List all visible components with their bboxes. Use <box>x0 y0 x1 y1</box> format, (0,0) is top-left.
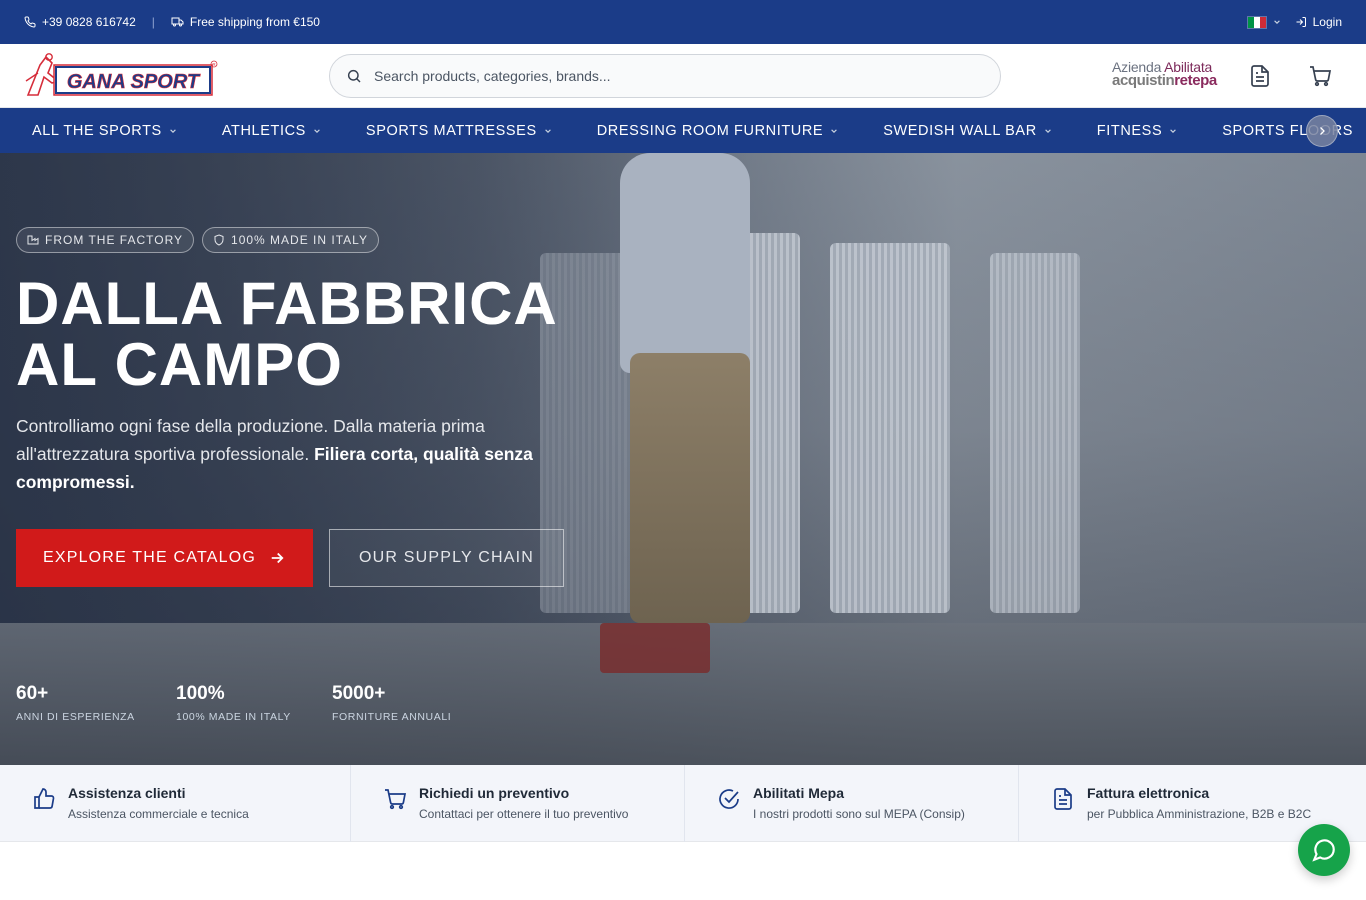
hero-badges: FROM THE FACTORY 100% MADE IN ITALY <box>16 227 379 253</box>
nav-item-label: ALL THE SPORTS <box>32 122 162 139</box>
nav-item-label: DRESSING ROOM FURNITURE <box>596 122 824 139</box>
feature-title: Richiedi un preventivo <box>419 785 570 801</box>
search-bar[interactable] <box>329 54 1001 98</box>
stat-label: FORNITURE ANNUALI <box>332 711 452 723</box>
supply-chain-button[interactable]: OUR SUPPLY CHAIN <box>329 529 564 587</box>
hero-title-line1: DALLA FABBRICA <box>16 270 558 337</box>
arrow-right-icon <box>271 552 284 564</box>
phone-link[interactable]: +39 0828 616742 <box>24 15 136 29</box>
main-nav: ALL THE SPORTS ATHLETICS SPORTS MATTRESSES… <box>0 108 1366 153</box>
nav-list: ALL THE SPORTS ATHLETICS SPORTS MATTRESSES… <box>0 108 1366 153</box>
svg-text:GANA SPORT: GANA SPORT <box>67 71 201 93</box>
login-label: Login <box>1312 15 1342 29</box>
features-strip: Assistenza clienti Assistenza commercial… <box>0 765 1366 842</box>
site-header: GANA SPORT R Azienda Abilitata acquistin… <box>0 44 1366 108</box>
cart-icon[interactable] <box>1308 64 1332 88</box>
badge-made-in-italy: 100% MADE IN ITALY <box>202 227 379 253</box>
explore-catalog-button[interactable]: EXPLORE THE CATALOG <box>16 529 313 587</box>
chevron-down-icon <box>831 128 838 133</box>
mepa-badge: Azienda Abilitata acquistinretepa <box>1112 60 1222 88</box>
nav-item-label: SPORTS MATTRESSES <box>365 122 537 139</box>
chevron-down-icon <box>1273 20 1280 24</box>
hero-lead: Controlliamo ogni fase della produzione.… <box>16 412 576 496</box>
supply-chain-label: OUR SUPPLY CHAIN <box>358 549 535 566</box>
hero-title-line2: AL CAMPO <box>16 331 343 398</box>
explore-catalog-label: EXPLORE THE CATALOG <box>42 549 257 566</box>
nav-item-label: ATHLETICS <box>221 122 306 139</box>
factory-icon <box>27 235 39 245</box>
feature-subtitle: Assistenza commerciale e tecnica <box>68 807 249 821</box>
badge-factory: FROM THE FACTORY <box>16 227 195 253</box>
feature-subtitle: I nostri prodotti sono sul MEPA (Consip) <box>753 807 965 821</box>
search-icon <box>347 69 361 83</box>
document-icon <box>1054 788 1072 810</box>
stat-experience: 60+ ANNI DI ESPERIENZA <box>16 683 176 723</box>
nav-item[interactable]: SWEDISH WALL BAR <box>883 123 1052 139</box>
whatsapp-chat-button[interactable] <box>1298 824 1350 876</box>
chevron-down-icon <box>170 128 176 133</box>
quote-document-icon[interactable] <box>1248 64 1272 88</box>
feature-title: Assistenza clienti <box>68 785 186 801</box>
hero-stats: 60+ ANNI DI ESPERIENZA 100% 100% MADE IN… <box>16 683 492 723</box>
stat-label: 100% MADE IN ITALY <box>176 711 291 723</box>
check-circle-icon <box>719 789 739 809</box>
stat-made-in-italy: 100% 100% MADE IN ITALY <box>176 683 332 723</box>
shipping-info: Free shipping from €150 <box>171 15 320 29</box>
nav-item[interactable]: ALL THE SPORTS <box>32 123 177 139</box>
nav-item[interactable]: SPORTS MATTRESSES <box>366 123 552 139</box>
mepa-line2-b: retepa <box>1174 72 1217 89</box>
cart-icon <box>385 789 407 810</box>
nav-scroll-next-button[interactable] <box>1306 115 1338 147</box>
phone-number: +39 0828 616742 <box>42 15 136 29</box>
chat-bubble-icon <box>1312 839 1335 862</box>
stat-value: 60+ <box>16 683 49 704</box>
phone-icon <box>24 16 36 28</box>
nav-item[interactable]: DRESSING ROOM FURNITURE <box>597 123 838 139</box>
language-selector[interactable] <box>1246 15 1281 29</box>
stat-label: ANNI DI ESPERIENZA <box>16 711 135 723</box>
shield-icon <box>214 234 224 246</box>
chevron-right-icon <box>1320 127 1325 135</box>
nav-item[interactable]: ATHLETICS <box>222 123 321 139</box>
italy-flag-icon <box>1246 15 1267 29</box>
feature-customer-service[interactable]: Assistenza clienti Assistenza commercial… <box>0 765 351 842</box>
feature-title: Fattura elettronica <box>1087 785 1210 801</box>
hero-title: DALLA FABBRICA AL CAMPO <box>16 273 558 395</box>
feature-subtitle: Contattaci per ottenere il tuo preventiv… <box>419 807 629 821</box>
feature-title: Abilitati Mepa <box>753 785 845 801</box>
nav-item[interactable]: FITNESS <box>1097 123 1177 139</box>
chevron-down-icon <box>1170 128 1177 133</box>
badge-made-in-italy-label: 100% MADE IN ITALY <box>231 233 368 247</box>
feature-subtitle: per Pubblica Amministrazione, B2B e B2C <box>1087 807 1312 821</box>
truck-icon <box>171 17 184 27</box>
gana-sport-logo[interactable]: GANA SPORT R <box>24 51 218 101</box>
feature-quote[interactable]: Richiedi un preventivo Contattaci per ot… <box>351 765 685 842</box>
thumbs-up-icon <box>34 788 55 809</box>
stat-value: 5000+ <box>332 683 386 704</box>
feature-mepa[interactable]: Abilitati Mepa I nostri prodotti sono su… <box>685 765 1019 842</box>
mepa-line2-a: acquistin <box>1112 72 1175 89</box>
shipping-text: Free shipping from €150 <box>189 15 320 29</box>
login-icon <box>1296 17 1306 27</box>
stat-value: 100% <box>176 683 225 704</box>
badge-factory-label: FROM THE FACTORY <box>45 233 184 247</box>
nav-item-label: SWEDISH WALL BAR <box>883 122 1037 139</box>
nav-item-label: FITNESS <box>1096 122 1163 139</box>
chevron-down-icon <box>314 128 320 133</box>
search-input[interactable] <box>374 68 954 84</box>
chevron-down-icon <box>1044 128 1051 133</box>
topbar-separator: | <box>151 15 155 29</box>
hero-banner: FROM THE FACTORY 100% MADE IN ITALY DALL… <box>0 153 1366 765</box>
top-bar: +39 0828 616742 | Free shipping from €15… <box>0 0 1366 44</box>
login-link[interactable]: Login <box>1295 15 1342 29</box>
chevron-down-icon <box>544 128 551 133</box>
stat-supplies: 5000+ FORNITURE ANNUALI <box>332 683 492 723</box>
